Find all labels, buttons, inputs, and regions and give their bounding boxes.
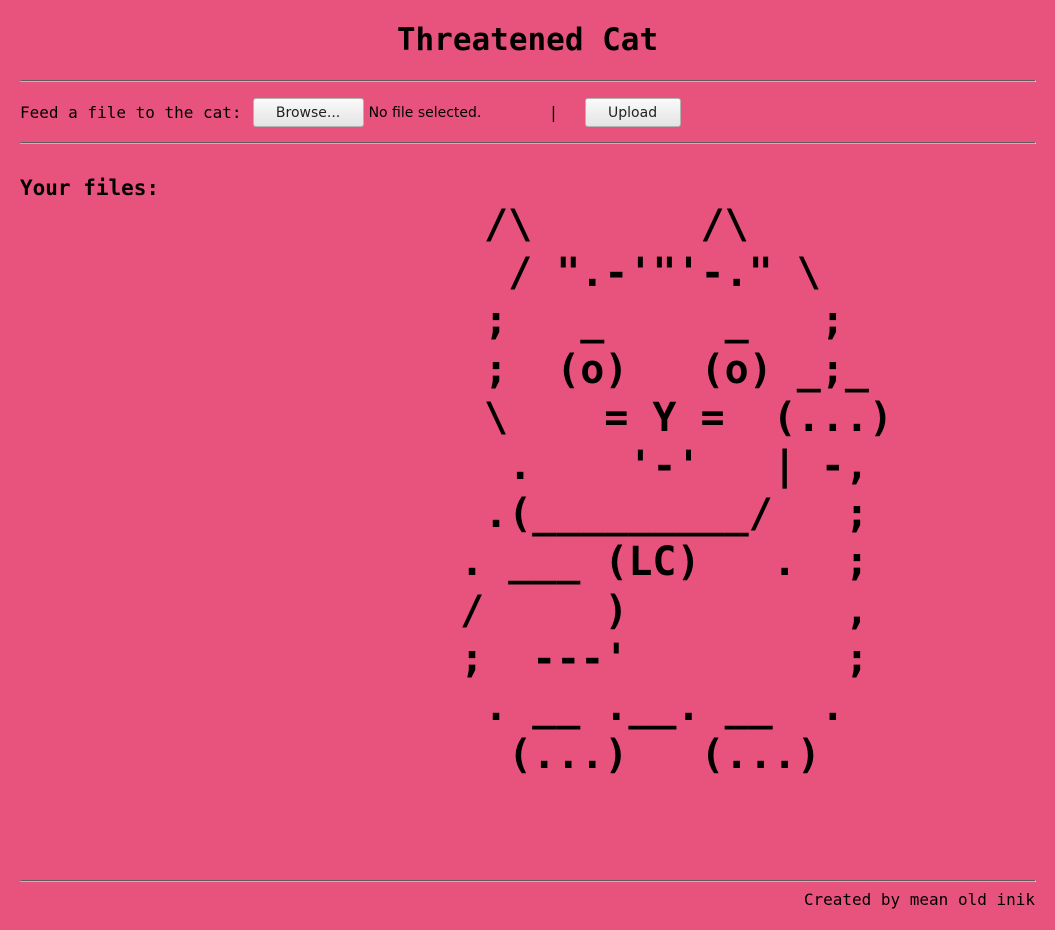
separator: | (548, 103, 559, 122)
footer-credit: Created by mean old inik (803, 890, 1035, 909)
page-title: Threatened Cat (396, 22, 659, 58)
file-status-text: No file selected. (368, 104, 482, 121)
upload-button[interactable]: Upload (584, 98, 681, 127)
cat-ascii-art: /\ /\ / ".-'"'-." \ ; _ _ ; ; (o) (o) _;… (460, 202, 893, 779)
files-heading: Your files: (20, 176, 160, 200)
header-divider (20, 80, 1036, 82)
upload-form: Feed a file to the cat: Browse... No fil… (20, 98, 681, 127)
upload-label: Feed a file to the cat: (20, 103, 242, 122)
form-divider (20, 142, 1036, 144)
footer-divider (20, 880, 1036, 882)
browse-button[interactable]: Browse... (252, 98, 364, 127)
